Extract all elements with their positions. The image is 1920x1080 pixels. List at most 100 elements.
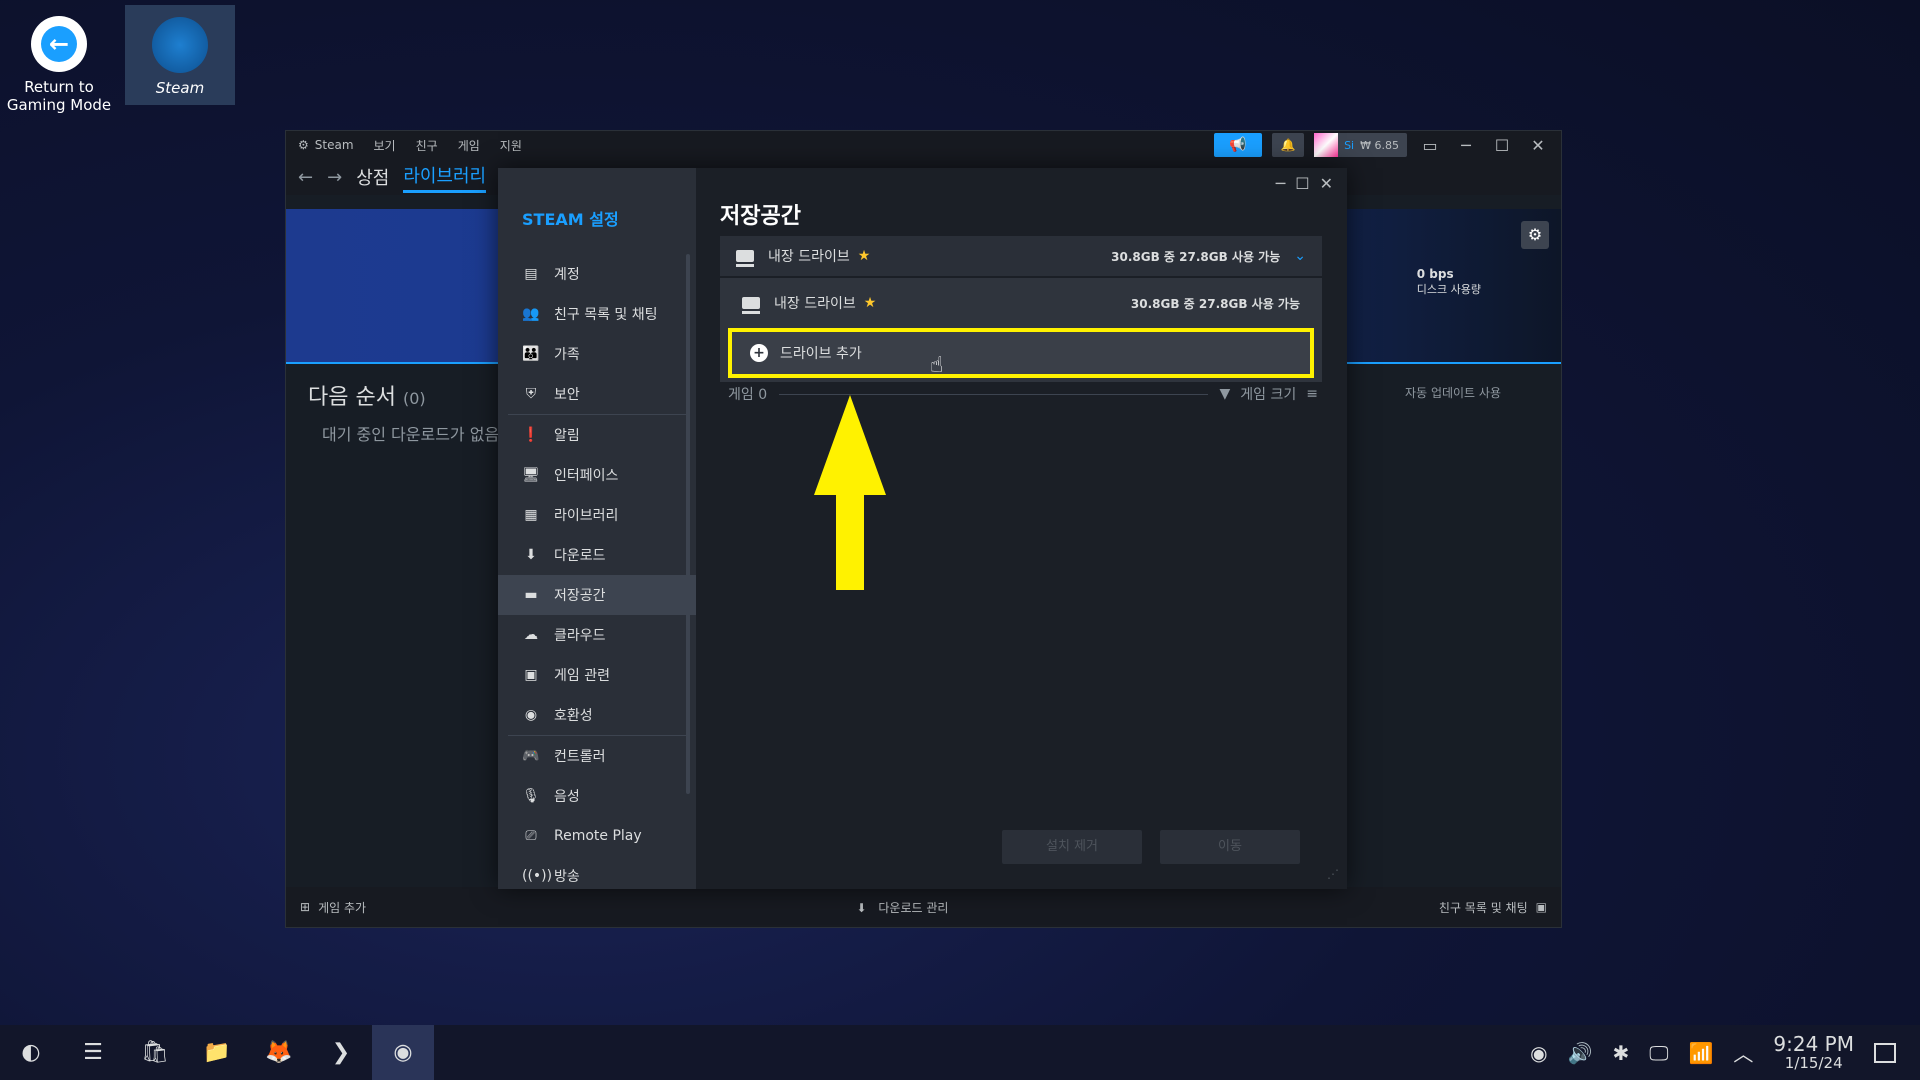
forward-arrow-icon[interactable]: →	[327, 167, 342, 188]
terminal-icon[interactable]: ❯	[310, 1025, 372, 1080]
queue-title-text: 다음 순서	[308, 385, 396, 410]
file-manager-icon[interactable]: 📁	[186, 1025, 248, 1080]
friends-chat-button[interactable]: 친구 목록 및 채팅	[1439, 899, 1528, 916]
sidebar-item-library[interactable]: ▦ 라이브러리	[498, 495, 696, 535]
bluetooth-icon[interactable]: ✱	[1612, 1041, 1629, 1065]
sidebar-item-controller[interactable]: 🎮 컨트롤러	[498, 736, 696, 776]
bell-icon: 🔔	[1280, 138, 1296, 152]
maximize-button[interactable]: ☐	[1489, 136, 1515, 155]
menu-help[interactable]: 지원	[500, 137, 522, 154]
shield-icon: ⛨	[525, 386, 537, 402]
taskbar: ◐ ☰ 🛍 📁 🦊 ❯ ◉ ◉ 🔊 ✱ 🖵 📶 ︿ 9:24 PM 1/15/2…	[0, 1025, 1920, 1080]
steam-taskbar-icon[interactable]: ◉	[372, 1025, 434, 1080]
menu-view[interactable]: 보기	[374, 137, 396, 154]
friends-chat-icon: ▣	[1535, 900, 1547, 914]
sidebar-item-compatibility[interactable]: ◉ 호환성	[498, 695, 696, 735]
games-count: 게임 0	[728, 387, 768, 403]
steam-icon	[152, 17, 208, 73]
show-desktop-button[interactable]	[1874, 1042, 1896, 1063]
dropdown-item-drive[interactable]: 내장 드라이브 ★ 30.8GB 중 27.8GB 사용 가능	[720, 278, 1322, 328]
sort-icon[interactable]: ≡	[1306, 386, 1318, 402]
drive-icon	[736, 250, 754, 267]
discover-store-icon[interactable]: 🛍	[124, 1025, 186, 1080]
sidebar-item-account[interactable]: ▤ 계정	[498, 254, 696, 294]
maximize-button[interactable]: ☐	[1295, 174, 1309, 193]
drive-space: 30.8GB 중 27.8GB 사용 가능	[1130, 296, 1300, 311]
sidebar-item-label: 호환성	[554, 708, 593, 724]
menu-bar: 보기 친구 게임 지원	[374, 137, 522, 154]
display-icon[interactable]: 🖵	[1649, 1041, 1668, 1065]
tab-store[interactable]: 상점	[356, 164, 389, 190]
drive-name: 내장 드라이브	[768, 249, 850, 265]
back-arrow-icon[interactable]: ←	[298, 167, 313, 188]
sidebar-item-interface[interactable]: 🖥 인터페이스	[498, 455, 696, 495]
sort-label[interactable]: 게임 크기	[1240, 384, 1296, 404]
menu-games[interactable]: 게임	[458, 137, 480, 154]
steam-titlebar: ⚙ Steam 보기 친구 게임 지원 📢 🔔 Si ₩ 6.85 ▭ ─ ☐ …	[286, 131, 1561, 159]
drive-space: 30.8GB 중 27.8GB 사용 가능	[1111, 249, 1281, 264]
sidebar-item-notifications[interactable]: ❗ 알림	[498, 415, 696, 455]
uninstall-button[interactable]: 설치 제거	[1002, 830, 1142, 864]
steam-menu[interactable]: Steam	[315, 138, 354, 152]
minimize-button[interactable]: ─	[1276, 174, 1286, 193]
return-to-gaming-mode-shortcut[interactable]: ← Return to Gaming Mode	[4, 4, 114, 114]
drive-selector[interactable]: 내장 드라이브 ★ 30.8GB 중 27.8GB 사용 가능 ⌄	[720, 236, 1322, 276]
sidebar-scrollbar[interactable]	[686, 254, 690, 794]
add-game-button[interactable]: 게임 추가	[318, 899, 366, 916]
sidebar-item-label: 게임 관련	[554, 668, 610, 684]
user-menu[interactable]: Si ₩ 6.85	[1314, 133, 1407, 157]
disk-usage-stats: 0 bps 디스크 사용량	[1417, 267, 1481, 297]
add-drive-button[interactable]: + 드라이브 추가	[728, 328, 1314, 378]
sidebar-item-cloud[interactable]: ☁ 클라우드	[498, 615, 696, 655]
wifi-icon[interactable]: 📶	[1689, 1041, 1714, 1065]
announcement-button[interactable]: 📢	[1214, 133, 1263, 157]
sidebar-item-remote-play[interactable]: ⎚ Remote Play	[498, 816, 696, 856]
monitor-icon: 🖥	[522, 467, 540, 483]
sidebar-item-label: 친구 목록 및 채팅	[554, 307, 658, 323]
clock[interactable]: 9:24 PM 1/15/24	[1773, 1033, 1854, 1072]
sidebar-item-storage[interactable]: ▬ 저장공간	[498, 575, 696, 615]
manage-downloads-label: 다운로드 관리	[878, 900, 949, 915]
drive-icon	[742, 297, 760, 314]
clock-date: 1/15/24	[1784, 1054, 1843, 1073]
firefox-icon[interactable]: 🦊	[248, 1025, 310, 1080]
sidebar-item-downloads[interactable]: ⬇ 다운로드	[498, 535, 696, 575]
steam-icon: ◉	[524, 707, 538, 723]
big-picture-icon[interactable]: ▭	[1417, 136, 1443, 155]
close-button[interactable]: ✕	[1525, 136, 1551, 155]
steam-shortcut[interactable]: Steam	[125, 5, 235, 105]
sidebar-item-voice[interactable]: 🎙 음성	[498, 776, 696, 816]
system-tray: ◉ 🔊 ✱ 🖵 📶 ︿ 9:24 PM 1/15/24	[1530, 1033, 1920, 1072]
sidebar-item-family[interactable]: 👪 가족	[498, 334, 696, 374]
notifications-button[interactable]: 🔔	[1272, 133, 1305, 157]
drive-icon: ▬	[524, 587, 538, 603]
steam-tray-icon[interactable]: ◉	[1530, 1041, 1547, 1065]
cast-icon: ⎚	[525, 828, 537, 844]
sidebar-item-label: 저장공간	[554, 588, 606, 604]
download-settings-gear-icon[interactable]: ⚙	[1521, 221, 1549, 249]
volume-icon[interactable]: 🔊	[1568, 1041, 1593, 1065]
sidebar-item-friends[interactable]: 👥 친구 목록 및 채팅	[498, 294, 696, 334]
resize-grip-icon[interactable]: ⋰	[1327, 867, 1339, 881]
clock-time: 9:24 PM	[1773, 1032, 1854, 1057]
start-menu-icon[interactable]: ◐	[0, 1025, 62, 1080]
sort-caret-icon[interactable]: ▼	[1220, 386, 1231, 402]
sidebar-item-security[interactable]: ⛨ 보안	[498, 374, 696, 414]
minimize-button[interactable]: ─	[1453, 136, 1479, 155]
move-button[interactable]: 이동	[1160, 830, 1300, 864]
steam-logo-icon: ⚙	[298, 138, 309, 152]
sidebar-item-broadcast[interactable]: ((•)) 방송	[498, 856, 696, 896]
steam-bottom-bar: ⊞ 게임 추가 ⬇ 다운로드 관리 친구 목록 및 채팅 ▣	[286, 887, 1561, 927]
sidebar-item-label: 알림	[554, 428, 580, 444]
menu-friends[interactable]: 친구	[416, 137, 438, 154]
sidebar-item-in-game[interactable]: ▣ 게임 관련	[498, 655, 696, 695]
manage-downloads-button[interactable]: ⬇ 다운로드 관리	[857, 899, 949, 916]
page-title: 저장공간	[720, 204, 801, 229]
grid-icon: ▦	[524, 507, 538, 523]
close-button[interactable]: ✕	[1320, 174, 1333, 193]
chevron-up-icon[interactable]: ︿	[1733, 1038, 1753, 1067]
tab-library[interactable]: 라이브러리	[403, 162, 487, 193]
mic-icon: 🎙	[522, 788, 540, 804]
system-settings-icon[interactable]: ☰	[62, 1025, 124, 1080]
queue-title: 다음 순서 (0)	[308, 379, 426, 411]
